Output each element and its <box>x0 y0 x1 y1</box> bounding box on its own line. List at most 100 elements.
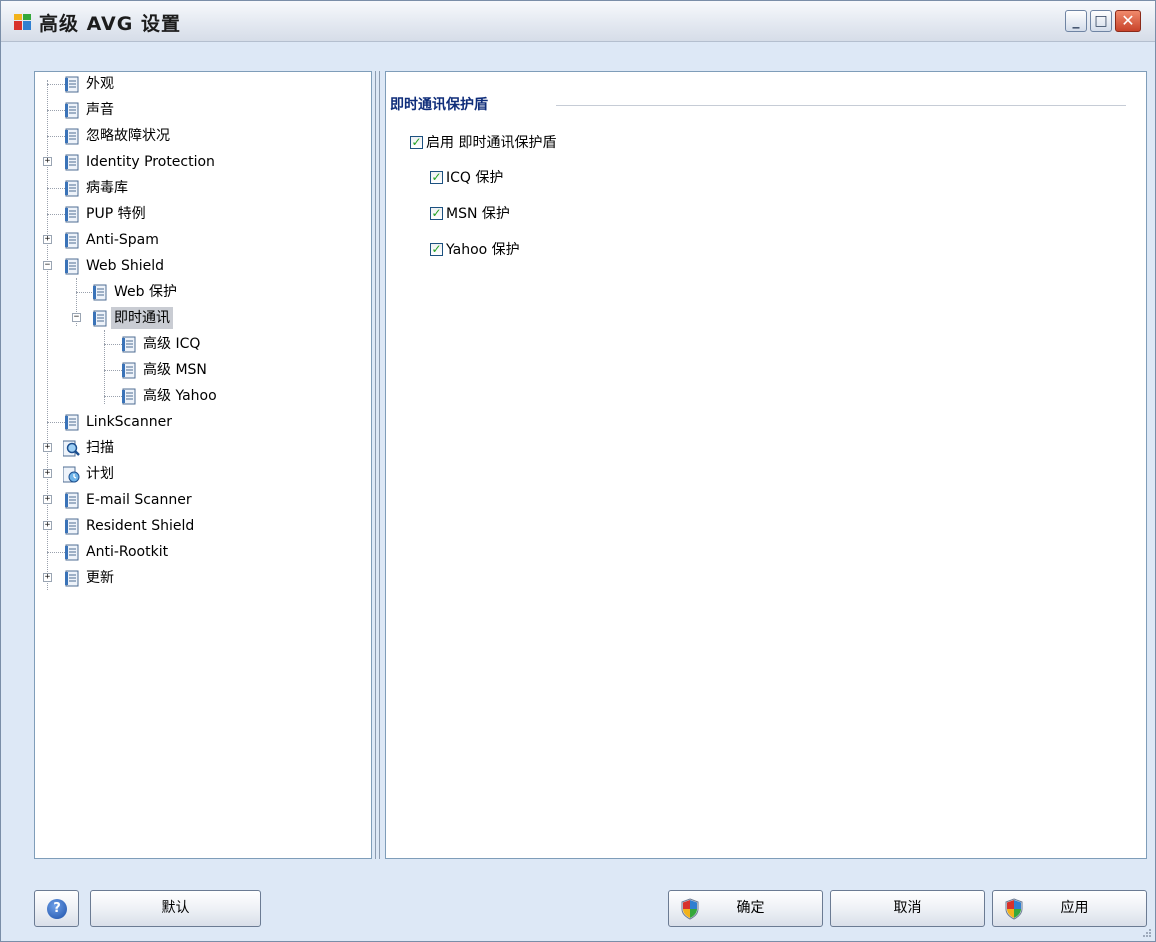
tree-item-label: LinkScanner <box>86 414 172 430</box>
checkmark-icon: ✓ <box>431 170 442 184</box>
tree-item-label: 病毒库 <box>86 180 128 196</box>
settings-page-icon <box>65 180 79 197</box>
checkmark-icon: ✓ <box>431 206 442 220</box>
expand-icon[interactable]: + <box>43 495 52 504</box>
tree-item-label: 扫描 <box>86 440 114 456</box>
settings-page-icon <box>122 388 136 405</box>
checkmark-icon: ✓ <box>411 135 422 149</box>
tree-item-label: Web Shield <box>86 258 165 274</box>
tree-connector <box>47 422 65 423</box>
close-button[interactable]: ✕ <box>1115 10 1141 32</box>
settings-page-icon <box>65 258 79 275</box>
resize-grip-icon[interactable] <box>1142 928 1152 938</box>
settings-page-icon <box>65 76 79 93</box>
apply-button[interactable]: 应用 <box>992 890 1147 927</box>
settings-page-icon <box>65 570 79 587</box>
shield-icon <box>1005 898 1023 920</box>
pane-splitter[interactable] <box>372 71 384 859</box>
settings-page-icon <box>65 128 79 145</box>
maximize-button[interactable]: □ <box>1090 10 1112 32</box>
cancel-button[interactable]: 取消 <box>830 890 985 927</box>
magnifier-icon <box>63 440 80 457</box>
tree-item-label: PUP 特例 <box>86 206 146 222</box>
tree-item-label: 即时通讯 <box>111 307 173 329</box>
avg-settings-window: 高级 AVG 设置 _ □ ✕ 外观 声音 忽略故障状况 + Identity … <box>0 0 1156 942</box>
tree-item-label: Anti-Spam <box>86 232 159 248</box>
settings-page-icon <box>93 284 107 301</box>
tree-item-label: 计划 <box>86 466 114 482</box>
settings-page-icon <box>65 492 79 509</box>
tree-connector <box>104 344 122 345</box>
tree-connector <box>47 84 65 85</box>
checkbox-label: ICQ 保护 <box>446 170 504 186</box>
ok-button[interactable]: 确定 <box>668 890 823 927</box>
tree-connector <box>47 110 65 111</box>
tree-item-label: Anti-Rootkit <box>86 544 169 560</box>
shield-icon <box>681 898 699 920</box>
settings-page-icon <box>65 544 79 561</box>
ok-button-label: 确定 <box>736 900 765 916</box>
help-button[interactable]: ? <box>34 890 79 927</box>
help-icon: ? <box>47 899 67 919</box>
settings-page-icon <box>122 336 136 353</box>
expand-icon[interactable]: + <box>43 521 52 530</box>
tree-item-label: 声音 <box>86 102 114 118</box>
tree-item-label: 更新 <box>86 570 114 586</box>
checkbox-box[interactable]: ✓ <box>430 170 443 184</box>
checkbox-box[interactable]: ✓ <box>430 242 443 256</box>
checkbox-label: Yahoo 保护 <box>446 242 520 258</box>
tree-item-label: E-mail Scanner <box>86 492 192 508</box>
minimize-icon: _ <box>1072 13 1080 29</box>
settings-page-icon <box>65 206 79 223</box>
collapse-icon[interactable]: − <box>43 261 52 270</box>
tree-item-label: Web 保护 <box>114 284 177 300</box>
settings-page-icon <box>65 232 79 249</box>
default-button[interactable]: 默认 <box>90 890 261 927</box>
settings-page-icon <box>65 154 79 171</box>
tree-item-label: 高级 ICQ <box>143 336 201 352</box>
settings-page-icon <box>65 102 79 119</box>
section-divider <box>556 105 1126 106</box>
settings-page-icon <box>122 362 136 379</box>
title-bar[interactable]: 高级 AVG 设置 _ □ ✕ <box>1 1 1155 42</box>
tree-connector <box>104 396 122 397</box>
checkbox-label: 启用 即时通讯保护盾 <box>426 135 557 151</box>
tree-connector <box>104 330 105 404</box>
settings-tree[interactable]: 外观 声音 忽略故障状况 + Identity Protection 病毒库 P… <box>34 71 372 859</box>
checkbox-box[interactable]: ✓ <box>430 206 443 220</box>
expand-icon[interactable]: + <box>43 157 52 166</box>
expand-icon[interactable]: + <box>43 235 52 244</box>
apply-button-label: 应用 <box>1060 900 1089 916</box>
maximize-icon: □ <box>1094 13 1108 29</box>
collapse-icon[interactable]: − <box>72 313 81 322</box>
tree-connector <box>47 136 65 137</box>
tree-connector <box>76 292 94 293</box>
section-title: 即时通讯保护盾 <box>390 97 488 113</box>
expand-icon[interactable]: + <box>43 469 52 478</box>
default-button-label: 默认 <box>161 900 190 916</box>
checkmark-icon: ✓ <box>431 242 442 256</box>
tree-connector <box>104 370 122 371</box>
close-icon: ✕ <box>1121 11 1135 30</box>
settings-page-icon <box>65 414 79 431</box>
settings-page-icon <box>93 310 107 327</box>
tree-item-label: 忽略故障状况 <box>86 128 170 144</box>
tree-item-label: 外观 <box>86 76 114 92</box>
tree-item-label: Resident Shield <box>86 518 195 534</box>
tree-item-label: 高级 MSN <box>143 362 207 378</box>
cancel-button-label: 取消 <box>893 900 922 916</box>
tree-connector <box>47 552 65 553</box>
tree-item-label: Identity Protection <box>86 154 215 170</box>
tree-item-label: 高级 Yahoo <box>143 388 217 404</box>
checkbox-box[interactable]: ✓ <box>410 135 423 149</box>
settings-page-icon <box>65 518 79 535</box>
expand-icon[interactable]: + <box>43 443 52 452</box>
settings-panel: 即时通讯保护盾 ✓ 启用 即时通讯保护盾 ✓ ICQ 保护 ✓ MSN 保护 ✓… <box>385 71 1147 859</box>
tree-connector <box>47 188 65 189</box>
checkbox-label: MSN 保护 <box>446 206 510 222</box>
minimize-button[interactable]: _ <box>1065 10 1087 32</box>
window-title: 高级 AVG 设置 <box>39 13 181 35</box>
tree-connector <box>47 214 65 215</box>
schedule-icon <box>63 466 80 483</box>
expand-icon[interactable]: + <box>43 573 52 582</box>
